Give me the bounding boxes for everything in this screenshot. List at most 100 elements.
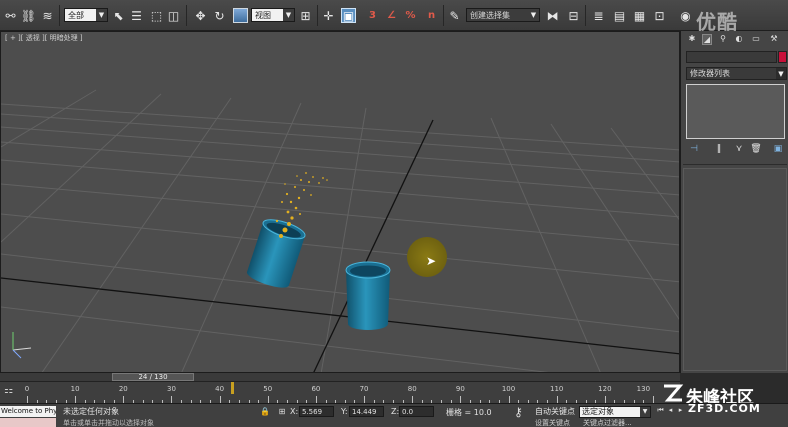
rotate-icon[interactable]: ↻	[212, 8, 227, 23]
y-label: Y:	[341, 407, 348, 416]
select-manipulate-icon[interactable]: ✛	[321, 8, 336, 23]
viewport-label[interactable]: [ + ][ 透视 ][ 明暗处理 ]	[5, 33, 83, 43]
mini-curve-editor-icon[interactable]: ⚏	[4, 385, 16, 397]
named-selection-value: 创建选择集	[470, 11, 510, 20]
frame-ruler[interactable]: 0 10 20 30 40 50 60 70 80 90 100 110 120 130	[24, 382, 654, 404]
make-unique-icon[interactable]: ⋎	[733, 144, 745, 156]
prev-frame-icon[interactable]: ◂	[666, 406, 675, 417]
maxscript-listener[interactable]: Welcome to Physics !	[0, 406, 56, 417]
frame-tick-label: 20	[118, 385, 128, 393]
unlink-icon[interactable]: ⛓	[21, 8, 36, 23]
status-prompt: 未选定任何对象	[63, 407, 119, 416]
x-label: X:	[290, 407, 299, 416]
link-icon[interactable]: ⚯	[3, 8, 18, 23]
frame-tick-label: 100	[501, 385, 516, 393]
key-filters-button[interactable]: 关键点过滤器...	[583, 418, 632, 427]
lock-selection-icon[interactable]: 🔒	[260, 407, 270, 417]
rollout-area	[683, 168, 787, 371]
pivot-center-icon[interactable]: ⊞	[298, 8, 313, 23]
remove-modifier-icon[interactable]: 🗑	[750, 144, 762, 156]
modifier-stack[interactable]	[686, 84, 785, 139]
rect-selection-icon[interactable]: ⬚	[149, 8, 164, 23]
playback-controls: ⏮ ◂ ▸	[656, 406, 686, 417]
frame-tick-label: 80	[407, 385, 417, 393]
grid-size: 栅格 = 10.0	[446, 408, 492, 417]
time-slider-thumb[interactable]: 24 / 130	[112, 373, 194, 381]
status-bar: Welcome to Physics ! 未选定任何对象 单击或单击并拖动以选择…	[0, 403, 788, 427]
maxscript-input[interactable]	[0, 418, 56, 427]
object-color-swatch[interactable]	[778, 51, 787, 63]
layer-manager-icon[interactable]: ≣	[591, 8, 606, 23]
command-panel: ✱ ◢ ⚲ ◐ ▭ ⚒ 修改器列表 ▼ ⊣ ‖ ⋎ 🗑 ▣	[680, 31, 788, 373]
selection-filter-combo[interactable]: 全部 ▼	[64, 8, 108, 22]
select-object-icon[interactable]: ⬉	[111, 8, 126, 23]
key-icon[interactable]: ⚷	[514, 405, 523, 419]
absolute-mode-icon[interactable]: ⊞	[277, 407, 287, 417]
frame-tick-label: 50	[263, 385, 273, 393]
graphite-ribbon-icon[interactable]: ▤	[612, 8, 627, 23]
snap-toggle-icon[interactable]: 3	[365, 8, 380, 23]
pin-stack-icon[interactable]: ⊣	[688, 144, 700, 156]
move-icon[interactable]: ✥	[193, 8, 208, 23]
frame-tick-label: 40	[215, 385, 225, 393]
window-crossing-icon[interactable]: ◫	[166, 8, 181, 23]
modify-tab-icon[interactable]: ◢	[702, 34, 712, 45]
play-icon[interactable]: ▸	[676, 406, 685, 417]
goto-start-icon[interactable]: ⏮	[656, 406, 665, 417]
edit-named-selection-icon[interactable]: ✎	[447, 8, 462, 23]
set-key-button[interactable]: 设置关键点	[535, 418, 570, 427]
utilities-tab-icon[interactable]: ⚒	[769, 34, 779, 45]
current-frame-marker[interactable]	[230, 382, 234, 394]
chevron-down-icon: ▼	[776, 68, 786, 79]
chevron-down-icon: ▼	[283, 9, 294, 21]
time-slider-track[interactable]: 24 / 130	[0, 373, 680, 381]
percent-snap-icon[interactable]: %	[403, 8, 418, 23]
y-coordinate-field[interactable]: 14.449	[349, 406, 384, 417]
curve-editor-icon[interactable]: ▦	[632, 8, 647, 23]
create-tab-icon[interactable]: ✱	[687, 34, 697, 45]
bind-spacewarp-icon[interactable]: ≋	[40, 8, 55, 23]
z-coordinate-field[interactable]: 0.0	[399, 406, 434, 417]
perspective-viewport[interactable]: [ + ][ 透视 ][ 明暗处理 ] ➤	[0, 31, 680, 373]
select-by-name-icon[interactable]: ☰	[129, 8, 144, 23]
track-bar[interactable]: ⚏ 0 10 20 30 40 50 60 70 80 90 100 110 120 130	[0, 381, 680, 404]
modifier-list-dropdown[interactable]: 修改器列表 ▼	[686, 67, 787, 80]
motion-tab-icon[interactable]: ◐	[734, 34, 744, 45]
frame-tick-label: 70	[359, 385, 369, 393]
chevron-down-icon: ▼	[96, 9, 107, 21]
angle-label: ∠	[387, 9, 396, 21]
x-coordinate-field[interactable]: 5.569	[299, 406, 334, 417]
tilted-cup[interactable]	[245, 216, 307, 291]
frame-tick-label: 110	[550, 385, 564, 393]
ref-coord-combo[interactable]: 视图 ▼	[251, 8, 295, 22]
schematic-view-icon[interactable]: ⊡	[652, 8, 667, 23]
configure-sets-icon[interactable]: ▣	[772, 144, 784, 156]
frame-tick-label: 30	[166, 385, 176, 393]
frame-tick-label: 0	[24, 385, 30, 393]
angle-snap-icon[interactable]: ∠	[384, 8, 399, 23]
display-tab-icon[interactable]: ▭	[751, 34, 761, 45]
named-selection-combo[interactable]: 创建选择集 ▼	[466, 8, 540, 22]
object-name-field[interactable]	[686, 51, 777, 63]
scale-icon[interactable]	[233, 8, 248, 23]
main-toolbar: ⚯ ⛓ ≋ 全部 ▼ ⬉ ☰ ⬚ ◫ ✥ ↻ 视图 ▼ ⊞ ✛ ▣ 3 ∠ % …	[0, 0, 788, 34]
keyboard-shortcut-icon[interactable]: ▣	[341, 8, 356, 23]
spinner-snap-icon[interactable]: n	[424, 8, 439, 23]
frame-tick-label: 60	[311, 385, 321, 393]
mouse-cursor-icon: ➤	[426, 254, 437, 268]
spinner-label: n	[427, 9, 436, 21]
selection-filter-value: 全部	[68, 11, 84, 20]
material-editor-icon[interactable]: ◉	[678, 8, 693, 23]
mirror-icon[interactable]: ⧓	[545, 8, 560, 23]
auto-key-button[interactable]: 自动关键点	[535, 406, 577, 417]
frame-tick-label: 10	[70, 385, 80, 393]
upright-cup[interactable]	[345, 261, 391, 330]
selection-set-value: 选定对象	[582, 407, 614, 416]
chevron-down-icon: ▼	[640, 407, 650, 417]
align-icon[interactable]: ⊟	[566, 8, 581, 23]
hierarchy-tab-icon[interactable]: ⚲	[718, 34, 728, 45]
frame-tick-label: 130	[636, 385, 651, 393]
selection-set-combo[interactable]: 选定对象 ▼	[579, 406, 651, 418]
percent-label: %	[405, 9, 416, 21]
show-end-result-icon[interactable]: ‖	[713, 144, 725, 156]
